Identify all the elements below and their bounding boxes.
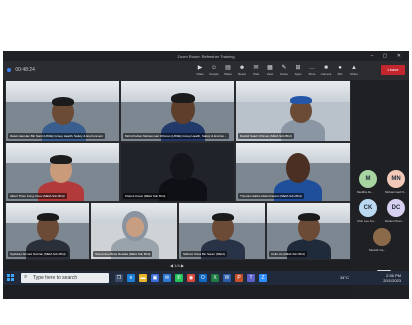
avatar-label: Mohammad N... [385,190,407,194]
avatar[interactable]: CK [359,199,377,217]
toolbar-button-label: React [238,72,246,76]
share-screen-icon: ▲ [351,65,357,71]
video-tile[interactable]: Khairul Anuar (MEIA Sdn Bhd) [120,142,235,202]
participant-name: Sidhuni Chua Bin Saran (MEIA) [181,251,228,257]
share-icon: ▤ [225,65,231,71]
toolbar-button[interactable]: ▲ Share [347,64,361,78]
leave-button[interactable]: Leave [381,65,405,75]
video-tile[interactable]: Syahiran Ahmad Norizan (MEIA Sdn Bhd) [5,202,90,260]
participants-icon: ☺ [210,65,218,71]
apps-icon: ⊞ [295,65,301,71]
participant-name: Colin Ho (MEIA Sdn Bhd) [269,251,307,257]
window-titlebar: Zoom Room: Refresher Training – ▢ ✕ [3,51,409,61]
window-title: Zoom Room: Refresher Training [177,54,235,59]
avatar-photo[interactable] [373,228,391,246]
emoji-icon: ☻ [238,65,246,71]
participant-name: Sheramine Binte Rosalia (MEIA Sdn Bhd) [93,251,153,257]
toolbar-button-label: Apps [294,72,302,76]
mic-icon: ● [338,65,342,71]
system-tray: 34°C 2:36 PM 20/1/2023 [340,273,401,283]
outlook-icon[interactable]: O [199,274,207,282]
toolbar-button[interactable]: ✉ Chat [249,64,263,78]
video-tile[interactable]: Sidhuni Chua Bin Saran (MEIA) [178,202,266,260]
whiteboard-icon: ✎ [281,65,287,71]
weather-text: 34°C [340,275,349,280]
toolbar-button-label: Camera [320,72,332,76]
word-icon[interactable]: W [223,274,231,282]
meeting-toolbar: 00:48:24 ▶ Video ☺ People ▤ Share ☻ React ✉ Chat ▦… [3,61,409,80]
avatar-label: Chin Lee Ku... [357,219,377,223]
avatar[interactable]: M [359,170,377,188]
edge-icon[interactable]: e [127,274,135,282]
camera-icon: ■ [324,65,328,71]
avatar-label: Mediha Zu... [357,190,374,194]
window-controls[interactable]: – ▢ ✕ [371,53,405,59]
meeting-info: 00:48:24 [7,67,35,73]
toolbar-button-label: Video [196,72,204,76]
toolbar-button-label: Share [349,72,358,76]
video-tile[interactable]: Datuk Hamdan Bin Sanil (HSSE) Group Heal… [5,80,120,142]
meeting-timer: 00:48:24 [15,67,35,73]
toolbar-button-label: Notes [280,72,288,76]
avatar-label: Muslah Ca... [369,248,386,252]
grid-icon: ▦ [267,65,273,71]
windows-taskbar: ⌕ Type here to search ❐ e ▬ ▣ ✉ ✆ ◉ O X W P T Z 34°C… [3,271,409,285]
participant-sidebar: M Mediha Zu... MN Mohammad N... CK Chin … [351,80,409,299]
file-explorer-icon[interactable]: ▬ [139,274,147,282]
store-icon[interactable]: ▣ [151,274,159,282]
powerpoint-icon[interactable]: P [235,274,243,282]
toolbar-button-label: Share [223,72,232,76]
task-view-icon[interactable]: ❐ [115,274,123,282]
chat-icon: ✉ [253,65,259,71]
search-placeholder: Type here to search [33,275,78,281]
chrome-icon[interactable]: ◉ [187,274,195,282]
security-shield-icon[interactable] [7,67,11,72]
video-tile[interactable]: Albert Thien Fung Chow (MEIA Sdn Bhd) [5,142,120,202]
toolbar-button-label: View [266,72,274,76]
zoom-icon[interactable]: Z [259,274,267,282]
search-icon: ⌕ [24,274,28,280]
teams-icon[interactable]: T [247,274,255,282]
toolbar-button-label: Chat [252,72,260,76]
participant-name: Thomas Hobbs Abdul Kassim (MEIA Sdn Bhd) [238,193,304,199]
avatar[interactable]: MN [387,170,405,188]
video-tile[interactable]: Mohd Faizan Muhammad Othman (HSSE) Group… [120,80,235,142]
toolbar-button[interactable]: ☺ People [207,64,221,78]
toolbar-button[interactable]: ▤ Share [221,64,235,78]
avatar-label: Daniel Chan... [385,219,405,223]
toolbar-button[interactable]: ■ Camera [319,64,333,78]
toolbar-button[interactable]: ⊞ Apps [291,64,305,78]
taskbar-search[interactable]: ⌕ Type here to search [21,273,109,283]
toolbar-button-label: People [209,72,219,76]
toolbar-button-label: Mic [337,72,343,76]
participant-name: Datuk Hamdan Bin Sanil (HSSE) Group Heal… [8,133,106,139]
video-tile[interactable]: Colin Ho (MEIA Sdn Bhd) [266,202,351,260]
participant-name: Khairul Anuar (MEIA Sdn Bhd) [123,193,168,199]
video-icon: ▶ [197,65,203,71]
participant-name: Rashid Saleh Othman (MEIA Sdn Bhd) [238,133,294,139]
mail-icon[interactable]: ✉ [163,274,171,282]
toolbar-button[interactable]: ✎ Notes [277,64,291,78]
zoom-window: Zoom Room: Refresher Training – ▢ ✕ 00:4… [3,51,409,299]
toolbar-button[interactable]: … More [305,64,319,78]
toolbar-button-label: More [308,72,316,76]
windows-start-icon[interactable] [7,274,15,282]
video-tile[interactable]: Thomas Hobbs Abdul Kassim (MEIA Sdn Bhd) [235,142,351,202]
toolbar-button[interactable]: ● Mic [333,64,347,78]
clock-date[interactable]: 20/1/2023 [383,278,401,283]
participant-name: Syahiran Ahmad Norizan (MEIA Sdn Bhd) [8,251,68,257]
excel-icon[interactable]: X [211,274,219,282]
video-tile[interactable]: Sheramine Binte Rosalia (MEIA Sdn Bhd) [90,202,178,260]
toolbar-button[interactable]: ☻ React [235,64,249,78]
participant-name: Albert Thien Fung Chow (MEIA Sdn Bhd) [8,193,67,199]
toolbar-button[interactable]: ▶ Video [193,64,207,78]
more-icon: … [309,65,315,71]
page-navigation[interactable]: ◀ 1/4 ▶ [3,262,351,270]
participant-name: Mohd Faizan Muhammad Othman (HSSE) Group… [123,133,229,139]
video-tile[interactable]: Rashid Saleh Othman (MEIA Sdn Bhd) [235,80,351,142]
avatar[interactable]: DC [387,199,405,217]
whatsapp-icon[interactable]: ✆ [175,274,183,282]
toolbar-button[interactable]: ▦ View [263,64,277,78]
